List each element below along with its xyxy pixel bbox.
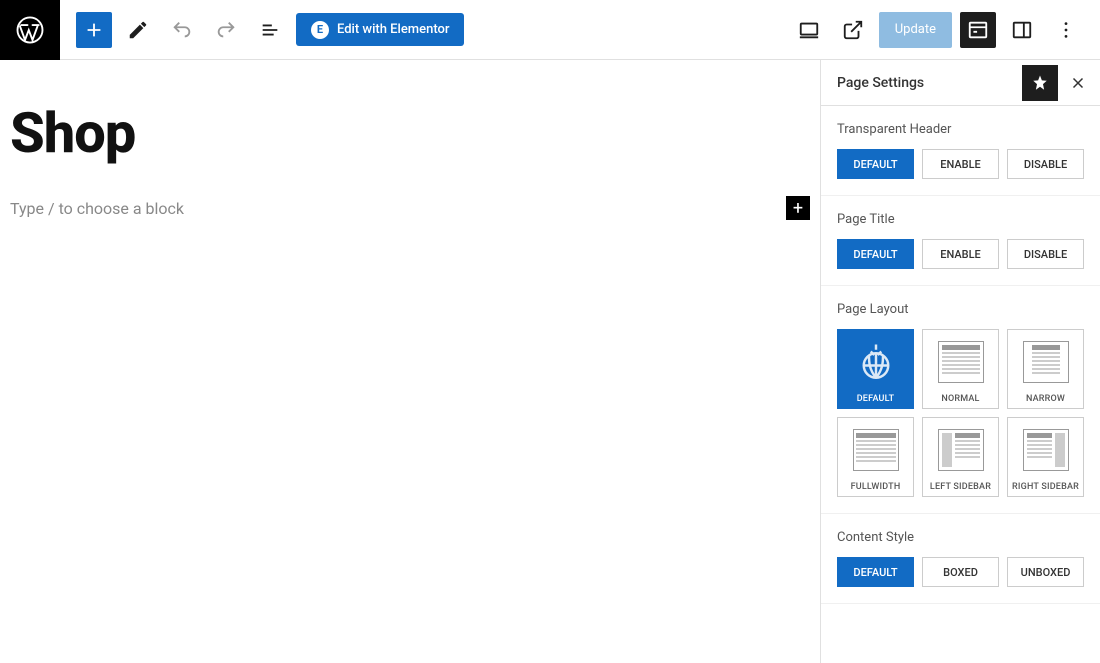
edit-with-elementor-button[interactable]: E Edit with Elementor <box>296 13 464 46</box>
layout-label: DEFAULT <box>857 394 895 404</box>
external-link-icon[interactable] <box>835 12 871 48</box>
layout-label: LEFT SIDEBAR <box>930 482 991 492</box>
sidebar-title: Page Settings <box>837 75 924 91</box>
elementor-label: Edit with Elementor <box>337 22 449 37</box>
layout-label: FULLWIDTH <box>851 482 901 492</box>
layout-label: RIGHT SIDEBAR <box>1012 482 1079 492</box>
layout-narrow-thumb <box>1020 336 1072 388</box>
block-placeholder-text: Type / to choose a block <box>10 199 184 218</box>
page-title[interactable]: Shop <box>10 100 810 166</box>
layout-fullwidth[interactable]: FULLWIDTH <box>837 417 914 497</box>
content-style-boxed[interactable]: BOXED <box>922 557 999 587</box>
page-layout-section: Page Layout DEFAULT NORMAL <box>821 286 1100 514</box>
elementor-icon: E <box>311 21 329 39</box>
content-style-unboxed[interactable]: UNBOXED <box>1007 557 1084 587</box>
transparent-header-section: Transparent Header DEFAULT ENABLE DISABL… <box>821 106 1100 196</box>
layout-left-sidebar[interactable]: LEFT SIDEBAR <box>922 417 999 497</box>
layout-narrow[interactable]: NARROW <box>1007 329 1084 409</box>
block-placeholder[interactable]: Type / to choose a block + <box>10 196 810 220</box>
wordpress-logo[interactable] <box>0 0 60 60</box>
layout-default[interactable]: DEFAULT <box>837 329 914 409</box>
settings-sidebar: Page Settings Transparent Header DEFAULT… <box>820 60 1100 663</box>
page-title-disable[interactable]: DISABLE <box>1007 239 1084 269</box>
pin-button[interactable] <box>1022 65 1058 101</box>
layout-right-sidebar-thumb <box>1020 424 1072 476</box>
section-label: Transparent Header <box>837 122 1084 137</box>
top-toolbar: E Edit with Elementor Update <box>0 0 1100 60</box>
undo-button[interactable] <box>164 12 200 48</box>
redo-button[interactable] <box>208 12 244 48</box>
layout-right-sidebar[interactable]: RIGHT SIDEBAR <box>1007 417 1084 497</box>
page-title-section: Page Title DEFAULT ENABLE DISABLE <box>821 196 1100 286</box>
more-options-button[interactable] <box>1048 12 1084 48</box>
toolbar-right: Update <box>775 12 1100 48</box>
section-label: Page Title <box>837 212 1084 227</box>
update-button[interactable]: Update <box>879 12 952 48</box>
page-title-enable[interactable]: ENABLE <box>922 239 999 269</box>
main-area: Shop Type / to choose a block + Page Set… <box>0 60 1100 663</box>
close-sidebar-button[interactable] <box>1064 69 1092 97</box>
layout-label: NARROW <box>1026 394 1065 404</box>
add-block-inline-button[interactable]: + <box>786 196 810 220</box>
device-preview-button[interactable] <box>791 12 827 48</box>
page-title-default[interactable]: DEFAULT <box>837 239 914 269</box>
edit-icon[interactable] <box>120 12 156 48</box>
editor-canvas[interactable]: Shop Type / to choose a block + <box>0 60 820 663</box>
globe-icon <box>850 336 902 388</box>
layout-normal[interactable]: NORMAL <box>922 329 999 409</box>
sidebar-toggle-button[interactable] <box>1004 12 1040 48</box>
content-style-default[interactable]: DEFAULT <box>837 557 914 587</box>
section-label: Content Style <box>837 530 1084 545</box>
toolbar-left: E Edit with Elementor <box>60 12 480 48</box>
transparent-header-enable[interactable]: ENABLE <box>922 149 999 179</box>
transparent-header-default[interactable]: DEFAULT <box>837 149 914 179</box>
layout-normal-thumb <box>935 336 987 388</box>
sidebar-header: Page Settings <box>821 60 1100 106</box>
layout-fullwidth-thumb <box>850 424 902 476</box>
document-overview-button[interactable] <box>252 12 288 48</box>
add-block-button[interactable] <box>76 12 112 48</box>
section-label: Page Layout <box>837 302 1084 317</box>
layout-left-sidebar-thumb <box>935 424 987 476</box>
settings-panel-button[interactable] <box>960 12 996 48</box>
content-style-section: Content Style DEFAULT BOXED UNBOXED <box>821 514 1100 604</box>
layout-label: NORMAL <box>941 394 979 404</box>
transparent-header-disable[interactable]: DISABLE <box>1007 149 1084 179</box>
